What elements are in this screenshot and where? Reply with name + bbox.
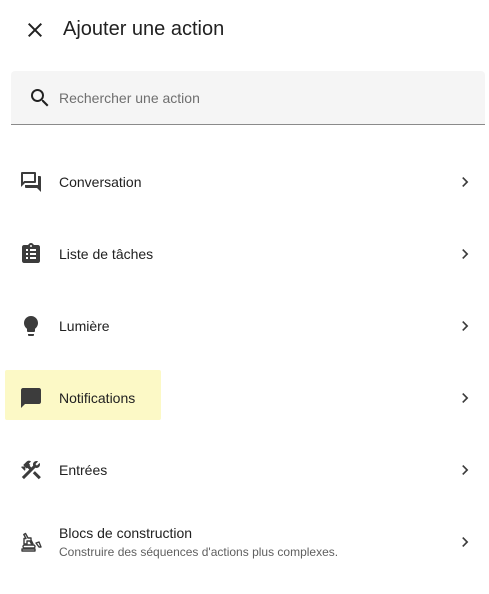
list-item-label: Conversation [59,174,142,190]
list-item-label: Liste de tâches [59,246,154,262]
search-input[interactable] [59,71,459,124]
list-item-label: Blocs de construction [59,525,193,541]
list-item-label: Lumière [59,318,110,334]
list-item-label: Notifications [59,390,136,406]
chevron-right-icon [462,249,469,259]
search-icon [31,89,49,107]
list-item-label: Entrées [59,462,108,478]
close-icon [28,23,42,37]
message-icon [21,388,41,408]
list-item-building-blocks[interactable]: Blocs de construction Construire des séq… [0,506,489,578]
chevron-right-icon [462,537,469,547]
list-item-notifications[interactable]: Notifications [0,362,489,434]
list-item-description: Construire des séquences d'actions plus … [59,545,339,559]
dialog-header: Ajouter une action [0,0,489,60]
list-item-light[interactable]: Lumière [0,290,489,362]
chevron-right-icon [462,321,469,331]
conversation-icon [21,172,41,192]
dialog-title: Ajouter une action [63,18,225,40]
excavator-icon [21,532,42,552]
chevron-right-icon [462,393,469,403]
chevron-right-icon [462,177,469,187]
action-list: Conversation Liste de tâches Lumière Not… [0,146,489,578]
clipboard-list-icon [22,243,40,263]
search-field[interactable] [11,71,485,125]
add-action-dialog: Ajouter une action Conversation Liste de… [0,0,489,594]
chevron-right-icon [462,465,469,475]
list-item-inputs[interactable]: Entrées [0,434,489,506]
lightbulb-icon [24,316,38,336]
list-item-task-list[interactable]: Liste de tâches [0,218,489,290]
close-button[interactable] [21,16,49,44]
tools-icon [21,460,41,480]
list-item-conversation[interactable]: Conversation [0,146,489,218]
